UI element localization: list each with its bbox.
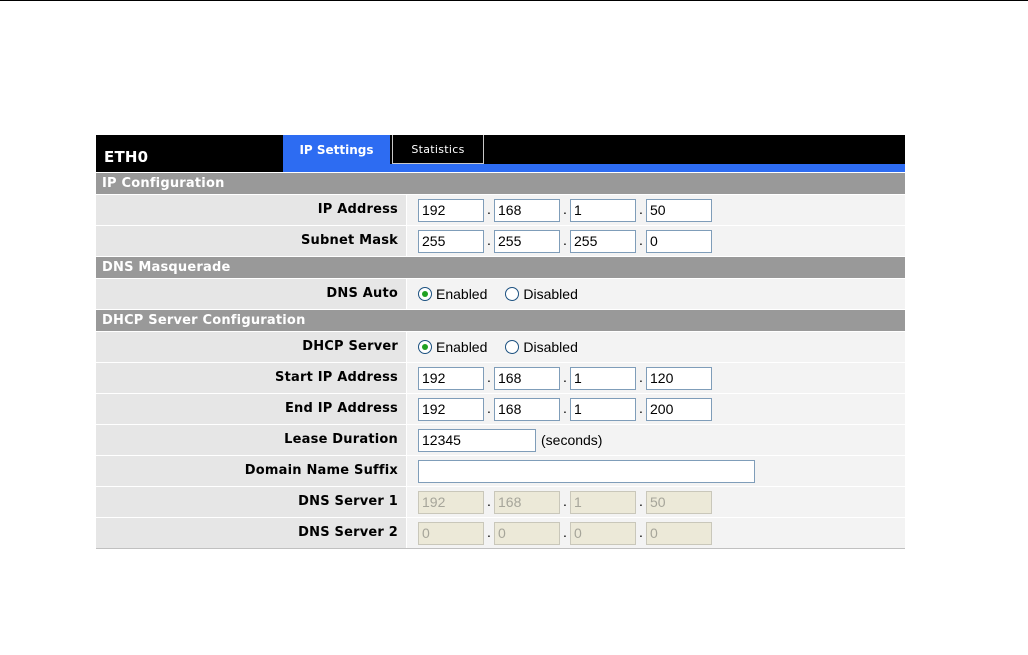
dns-auto-disabled-label: Disabled bbox=[523, 286, 578, 302]
subnet-mask-octet-2[interactable]: 255 bbox=[494, 230, 560, 253]
dhcp-server-label: DHCP Server bbox=[96, 332, 406, 362]
row-dns-server-2: DNS Server 2 0 . 0 . 0 . 0 bbox=[96, 517, 905, 548]
ip-address-octet-2[interactable]: 168 bbox=[494, 199, 560, 222]
tab-statistics[interactable]: Statistics bbox=[392, 135, 484, 164]
dns-auto-disabled-radio[interactable] bbox=[505, 287, 520, 301]
start-ip-octet-4[interactable]: 120 bbox=[646, 367, 712, 390]
end-ip-octet-3[interactable]: 1 bbox=[570, 398, 636, 421]
dhcp-server-radio-group: Enabled Disabled bbox=[418, 339, 596, 355]
top-divider bbox=[0, 0, 1028, 1]
dns-auto-enabled-label: Enabled bbox=[436, 286, 488, 302]
dns-auto-enabled-radio[interactable] bbox=[418, 287, 432, 301]
lease-duration-unit: (seconds) bbox=[541, 432, 603, 448]
lease-duration-label: Lease Duration bbox=[96, 425, 406, 455]
dns-server-1-octet-4[interactable]: 50 bbox=[646, 491, 712, 514]
row-end-ip-address: End IP Address 192 . 168 . 1 . 200 bbox=[96, 393, 905, 424]
interface-title: ETH0 bbox=[104, 148, 149, 166]
dns-server-2-octet-1[interactable]: 0 bbox=[418, 522, 484, 545]
row-dns-server-1: DNS Server 1 192 . 168 . 1 . 50 bbox=[96, 486, 905, 517]
ip-address-octet-4[interactable]: 50 bbox=[646, 199, 712, 222]
end-ip-octet-1[interactable]: 192 bbox=[418, 398, 484, 421]
end-ip-octet-4[interactable]: 200 bbox=[646, 398, 712, 421]
section-dns-masquerade: DNS Masquerade bbox=[96, 256, 905, 278]
subnet-mask-octet-4[interactable]: 0 bbox=[646, 230, 712, 253]
dhcp-server-disabled-label: Disabled bbox=[523, 339, 578, 355]
subnet-mask-octet-1[interactable]: 255 bbox=[418, 230, 484, 253]
tab-underline bbox=[283, 164, 905, 172]
dns-server-1-octet-1[interactable]: 192 bbox=[418, 491, 484, 514]
ip-address-label: IP Address bbox=[96, 195, 406, 225]
section-dhcp-server-configuration: DHCP Server Configuration bbox=[96, 309, 905, 331]
dns-server-2-octet-2[interactable]: 0 bbox=[494, 522, 560, 545]
row-subnet-mask: Subnet Mask 255 . 255 . 255 . 0 bbox=[96, 225, 905, 256]
ip-address-octet-3[interactable]: 1 bbox=[570, 199, 636, 222]
section-ip-configuration: IP Configuration bbox=[96, 172, 905, 194]
dns-server-1-octet-3[interactable]: 1 bbox=[570, 491, 636, 514]
dns-auto-label: DNS Auto bbox=[96, 279, 406, 309]
dns-server-1-label: DNS Server 1 bbox=[96, 487, 406, 517]
start-ip-octet-1[interactable]: 192 bbox=[418, 367, 484, 390]
lease-duration-input[interactable]: 12345 bbox=[418, 429, 536, 452]
panel-header: ETH0 IP Settings Statistics bbox=[96, 135, 905, 172]
row-start-ip-address: Start IP Address 192 . 168 . 1 . 120 bbox=[96, 362, 905, 393]
dns-auto-radio-group: Enabled Disabled bbox=[418, 286, 596, 302]
dhcp-server-enabled-radio[interactable] bbox=[418, 340, 432, 354]
end-ip-label: End IP Address bbox=[96, 394, 406, 424]
start-ip-label: Start IP Address bbox=[96, 363, 406, 393]
row-ip-address: IP Address 192 . 168 . 1 . 50 bbox=[96, 194, 905, 225]
start-ip-octet-3[interactable]: 1 bbox=[570, 367, 636, 390]
eth0-panel: ETH0 IP Settings Statistics IP Configura… bbox=[96, 135, 905, 549]
dns-server-2-label: DNS Server 2 bbox=[96, 518, 406, 548]
domain-suffix-label: Domain Name Suffix bbox=[96, 456, 406, 486]
dns-server-2-octet-4[interactable]: 0 bbox=[646, 522, 712, 545]
dns-server-1-octet-2[interactable]: 168 bbox=[494, 491, 560, 514]
tab-ip-settings[interactable]: IP Settings bbox=[283, 135, 390, 164]
row-dhcp-server: DHCP Server Enabled Disabled bbox=[96, 331, 905, 362]
subnet-mask-octet-3[interactable]: 255 bbox=[570, 230, 636, 253]
panel-bottom-border bbox=[96, 548, 905, 549]
row-domain-name-suffix: Domain Name Suffix bbox=[96, 455, 905, 486]
row-dns-auto: DNS Auto Enabled Disabled bbox=[96, 278, 905, 309]
dns-server-2-octet-3[interactable]: 0 bbox=[570, 522, 636, 545]
end-ip-octet-2[interactable]: 168 bbox=[494, 398, 560, 421]
row-lease-duration: Lease Duration 12345 (seconds) bbox=[96, 424, 905, 455]
start-ip-octet-2[interactable]: 168 bbox=[494, 367, 560, 390]
domain-suffix-input[interactable] bbox=[418, 460, 755, 483]
dhcp-server-enabled-label: Enabled bbox=[436, 339, 488, 355]
dhcp-server-disabled-radio[interactable] bbox=[505, 340, 520, 354]
subnet-mask-label: Subnet Mask bbox=[96, 226, 406, 256]
ip-address-octet-1[interactable]: 192 bbox=[418, 199, 484, 222]
